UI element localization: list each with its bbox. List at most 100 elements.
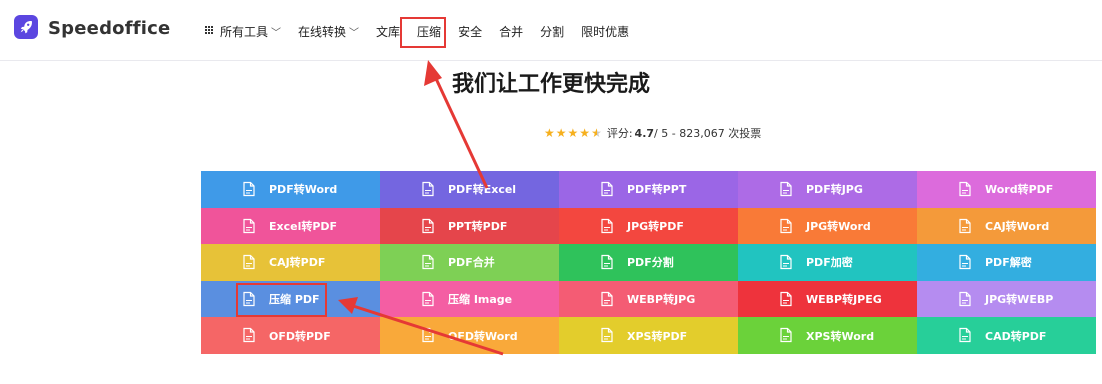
file-icon	[778, 291, 794, 307]
file-icon	[957, 218, 973, 234]
rating-bar: ★ ★ ★ ★ ★ 评分: 4.7 / 5 - 823,067 次投票	[544, 126, 762, 141]
tool-tile[interactable]: PDF转JPG	[738, 171, 917, 208]
nav-promotion[interactable]: 限时优惠	[581, 23, 629, 40]
tool-tile[interactable]: PDF转Excel	[380, 171, 559, 208]
tool-tile-label: Excel转PDF	[269, 219, 338, 233]
tool-tile-label: PDF分割	[627, 256, 674, 270]
tool-tile[interactable]: Excel转PDF	[201, 207, 380, 245]
file-icon	[420, 254, 436, 270]
tool-tile[interactable]: CAJ转Word	[917, 207, 1096, 245]
logo[interactable]	[14, 15, 38, 39]
star-icon: ★	[567, 126, 579, 140]
file-icon	[599, 327, 615, 343]
tool-tile[interactable]: PDF加密	[738, 244, 917, 281]
nav-merge[interactable]: 合并	[499, 23, 523, 40]
file-icon	[599, 181, 615, 197]
rating-suffix: / 5 - 823,067 次投票	[654, 127, 762, 140]
file-icon	[599, 254, 615, 270]
tool-tile-label: OFD转Word	[448, 329, 518, 343]
file-icon	[420, 291, 436, 307]
file-icon	[778, 327, 794, 343]
tool-tile[interactable]: Word转PDF	[917, 171, 1096, 208]
tool-tile-label: PDF转Word	[269, 183, 338, 197]
brand-name[interactable]: Speedoffice	[48, 18, 170, 39]
nav-online-convert[interactable]: 在线转换 ﹀	[298, 23, 359, 40]
rating-prefix: 评分:	[606, 127, 633, 140]
tool-tile-label: PDF解密	[985, 256, 1032, 270]
tool-tile-label: CAD转PDF	[985, 329, 1047, 343]
tool-tile[interactable]: XPS转PDF	[559, 317, 738, 354]
nav-label: 安全	[458, 24, 483, 39]
tool-tile[interactable]: CAJ转PDF	[201, 244, 380, 281]
tool-tile[interactable]: PDF转Word	[201, 171, 380, 208]
nav-label: 分割	[540, 24, 565, 39]
tool-tile[interactable]: PPT转PDF	[380, 207, 559, 245]
star-icon: ★	[555, 126, 567, 140]
file-icon	[420, 327, 436, 343]
tool-tile[interactable]: PDF转PPT	[559, 171, 738, 208]
tool-tile-label: JPG转PDF	[627, 219, 684, 233]
tool-tile[interactable]: PDF分割	[559, 244, 738, 281]
tool-tile-label: PPT转PDF	[448, 219, 508, 233]
tool-tile[interactable]: PDF解密	[917, 244, 1096, 281]
tool-grid: PDF转Word PDF转Excel PDF转PPT PDF转JPG Word转PDF E…	[201, 171, 1097, 355]
tool-tile[interactable]: XPS转Word	[738, 317, 917, 354]
star-icon: ★	[579, 126, 591, 140]
file-icon	[241, 254, 257, 270]
grid-icon	[205, 26, 215, 36]
file-icon	[778, 254, 794, 270]
tool-tile-label: XPS转PDF	[627, 329, 688, 343]
tile-compress-pdf-highlight	[236, 283, 327, 317]
top-header: Speedoffice 所有工具 ﹀ 在线转换 ﹀ 文库 压缩 安全 合并 分割…	[0, 0, 1102, 61]
nav-label: 所有工具	[220, 24, 269, 39]
tool-tile[interactable]: 压缩 Image	[380, 280, 559, 318]
file-icon	[241, 327, 257, 343]
tool-tile-label: XPS转Word	[806, 329, 875, 343]
tool-tile-label: CAJ转PDF	[269, 256, 326, 270]
file-icon	[957, 181, 973, 197]
tool-tile[interactable]: PDF合并	[380, 244, 559, 281]
tool-tile[interactable]: WEBP转JPG	[559, 280, 738, 318]
nav-label: 在线转换	[298, 24, 347, 39]
tool-tile[interactable]: JPG转Word	[738, 207, 917, 245]
nav-label: 合并	[499, 24, 524, 39]
tool-tile-label: PDF合并	[448, 256, 495, 270]
tool-tile[interactable]: JPG转PDF	[559, 207, 738, 245]
tool-tile-label: WEBP转JPG	[627, 293, 696, 307]
tool-tile[interactable]: OFD转PDF	[201, 317, 380, 354]
tool-tile[interactable]: JPG转WEBP	[917, 280, 1096, 318]
tool-tile-label: Word转PDF	[985, 183, 1054, 197]
nav-compress-highlight	[400, 17, 446, 48]
file-icon	[241, 218, 257, 234]
nav-library[interactable]: 文库	[376, 23, 400, 40]
tool-tile[interactable]: OFD转Word	[380, 317, 559, 354]
nav-label: 文库	[376, 24, 401, 39]
tool-tile-label: WEBP转JPEG	[806, 293, 882, 307]
nav-split[interactable]: 分割	[540, 23, 564, 40]
tool-tile-label: JPG转WEBP	[985, 293, 1054, 307]
tool-tile-label: CAJ转Word	[985, 219, 1050, 233]
file-icon	[778, 181, 794, 197]
tool-tile-label: PDF转Excel	[448, 183, 517, 197]
file-icon	[957, 291, 973, 307]
tool-tile[interactable]: CAD转PDF	[917, 317, 1096, 354]
tool-tile-label: OFD转PDF	[269, 329, 331, 343]
tool-tile-label: PDF转JPG	[806, 183, 863, 197]
nav-all-tools[interactable]: 所有工具 ﹀	[205, 23, 281, 40]
nav-label: 限时优惠	[581, 24, 630, 39]
tool-tile[interactable]: WEBP转JPEG	[738, 280, 917, 318]
rating-stars: ★ ★ ★ ★ ★	[544, 127, 603, 139]
star-half-icon: ★	[591, 126, 602, 140]
tool-tile-label: JPG转Word	[806, 219, 871, 233]
file-icon	[420, 181, 436, 197]
chevron-down-icon: ﹀	[349, 27, 360, 39]
page-title: 我们让工作更快完成	[451, 72, 650, 97]
file-icon	[241, 181, 257, 197]
file-icon	[778, 218, 794, 234]
rocket-icon	[20, 21, 32, 34]
nav-security[interactable]: 安全	[458, 23, 482, 40]
file-icon	[599, 291, 615, 307]
rating-score: 4.7	[634, 126, 655, 140]
file-icon	[599, 218, 615, 234]
file-icon	[420, 218, 436, 234]
